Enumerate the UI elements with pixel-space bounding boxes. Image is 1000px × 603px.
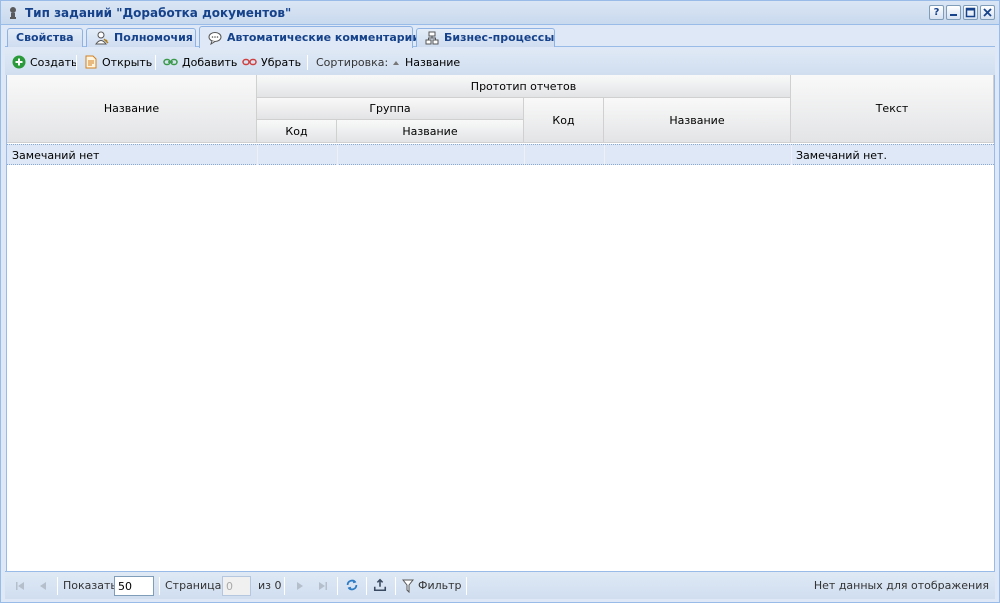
export-icon[interactable] [372, 578, 388, 592]
help-button[interactable]: ? [929, 5, 944, 20]
comments-grid: Название Прототип отчетов Группа Код Наз… [6, 75, 995, 571]
task-type-window: Тип заданий "Доработка документов" ? Сво… [0, 0, 1000, 603]
toolbar-separator [307, 55, 308, 70]
last-page-icon[interactable] [316, 579, 330, 593]
pager-separator [395, 577, 396, 595]
pager-separator [57, 577, 58, 595]
toolbar-separator [76, 55, 77, 70]
column-header-group-name[interactable]: Название [337, 120, 524, 143]
first-page-icon[interactable] [13, 579, 27, 593]
maximize-icon [965, 7, 976, 18]
toolbar-separator [155, 55, 156, 70]
sort-value: Название [405, 56, 461, 69]
unlink-icon [242, 58, 257, 66]
filter-button[interactable]: Фильтр [401, 579, 462, 594]
page-size-input[interactable] [114, 576, 154, 596]
link-icon [163, 58, 178, 66]
column-divider [604, 145, 605, 165]
column-header-proto-name[interactable]: Название [604, 98, 791, 143]
tab-business-processes[interactable]: Бизнес-процессы [416, 28, 555, 47]
refresh-icon[interactable] [344, 578, 360, 592]
remove-button[interactable]: Убрать [242, 55, 301, 71]
paging-toolbar: Показать Страница из 0 Фильтр [5, 571, 995, 599]
column-group-prototype: Прототип отчетов [257, 75, 791, 98]
create-button[interactable]: Создать [12, 55, 78, 71]
next-page-icon[interactable] [293, 579, 307, 593]
filter-icon [401, 579, 415, 594]
pager-separator [466, 577, 467, 595]
column-divider [524, 145, 525, 165]
table-row[interactable]: Замечаний нет Замечаний нет. [7, 144, 994, 165]
tab-label: Полномочия [114, 31, 193, 44]
add-button[interactable]: Добавить [163, 55, 237, 71]
page-number-input[interactable] [222, 576, 251, 596]
column-divider [257, 145, 258, 165]
minimize-button[interactable] [946, 5, 961, 20]
pager-separator [366, 577, 367, 595]
tab-strip: Свойства Полномочия Автоматические комме… [5, 25, 995, 48]
cell-name: Замечаний нет [12, 149, 100, 162]
column-divider [791, 145, 792, 165]
column-header-group-code[interactable]: Код [257, 120, 337, 143]
pager-separator [284, 577, 285, 595]
open-button[interactable]: Открыть [84, 55, 152, 71]
minimize-icon [950, 14, 957, 16]
column-group-group: Группа [257, 98, 524, 120]
add-circle-icon [12, 55, 26, 69]
close-icon [983, 8, 992, 17]
document-open-icon [85, 55, 97, 69]
toolbar: Создать Открыть Добавить Убрать Сортиров… [5, 50, 995, 75]
tab-permissions[interactable]: Полномочия [86, 28, 196, 47]
column-header-code[interactable]: Код [524, 98, 604, 143]
sort-ascending-icon [393, 61, 399, 65]
column-header-name[interactable]: Название [7, 75, 257, 143]
title-bar[interactable]: Тип заданий "Доработка документов" ? [1, 1, 999, 25]
page-label: Страница [165, 579, 222, 592]
pager-separator [337, 577, 338, 595]
comment-icon [208, 32, 222, 45]
tab-properties[interactable]: Свойства [7, 28, 83, 47]
column-divider [337, 145, 338, 165]
open-label: Открыть [102, 56, 153, 69]
tab-label: Автоматические комментарии [227, 31, 421, 44]
window-title: Тип заданий "Доработка документов" [25, 6, 292, 20]
pager-separator [159, 577, 160, 595]
cell-text: Замечаний нет. [796, 149, 887, 162]
filter-label: Фильтр [418, 579, 462, 592]
close-button[interactable] [980, 5, 995, 20]
remove-label: Убрать [261, 56, 302, 69]
network-icon [425, 31, 439, 45]
task-type-icon [10, 7, 16, 19]
page-count-label: из 0 [258, 579, 282, 592]
sort-button[interactable]: Название [391, 55, 460, 71]
prev-page-icon[interactable] [36, 579, 50, 593]
column-header-text[interactable]: Текст [791, 75, 994, 143]
tab-label: Свойства [16, 31, 74, 44]
paging-status: Нет данных для отображения [813, 579, 989, 592]
tab-auto-comments[interactable]: Автоматические комментарии [199, 26, 420, 48]
user-key-icon [95, 31, 109, 45]
add-label: Добавить [182, 56, 238, 69]
sort-label: Сортировка: [316, 56, 389, 69]
tab-label: Бизнес-процессы [444, 31, 555, 44]
create-label: Создать [30, 56, 78, 69]
maximize-button[interactable] [963, 5, 978, 20]
show-label: Показать [63, 579, 117, 592]
